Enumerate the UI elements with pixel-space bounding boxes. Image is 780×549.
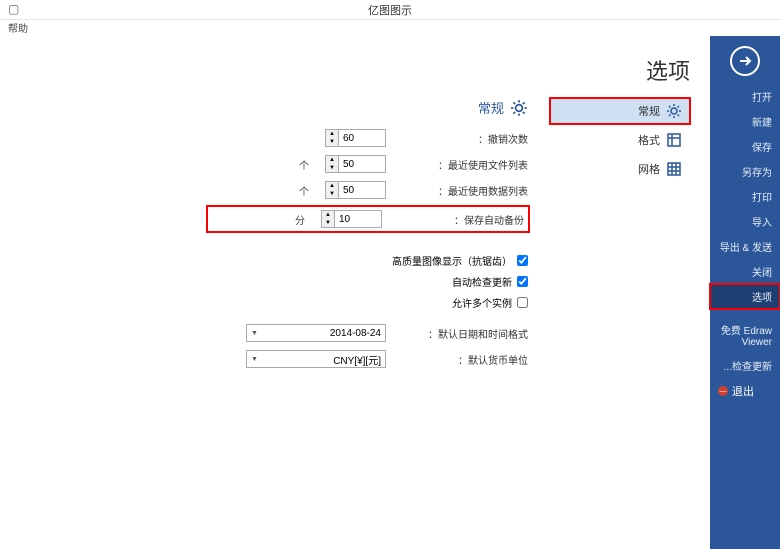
sidebar-item-save[interactable]: 保存 xyxy=(710,134,780,159)
row-currency: 默认货币单位： ▼ CNY[¥][元] xyxy=(32,350,528,368)
currency-label: 默认货币单位： xyxy=(398,352,528,367)
unit-label: 个 xyxy=(299,157,309,172)
undo-spinner[interactable]: ▲▼ xyxy=(325,129,386,147)
recent-label: 最近使用文件列表： xyxy=(398,157,528,172)
sidebar-item-options[interactable]: 选项 xyxy=(710,284,780,309)
row-recent: 最近使用文件列表： ▲▼ 个 xyxy=(32,155,528,173)
section-title: 常规 xyxy=(478,98,504,117)
sidebar-item-exit[interactable]: 退出 — xyxy=(710,378,780,404)
undo-label: 撤销次数： xyxy=(398,131,528,146)
format-icon xyxy=(666,132,682,148)
sidebar-item-print[interactable]: 打印 xyxy=(710,184,780,209)
autosave-label: 保存自动备份： xyxy=(394,212,524,227)
check-multiinstance[interactable]: 允许多个实例 xyxy=(32,295,528,310)
exit-icon: — xyxy=(718,386,728,396)
sidebar-item-new[interactable]: 新建 xyxy=(710,109,780,134)
multiinstance-checkbox[interactable] xyxy=(517,297,528,308)
row-dateformat: 默认日期和时间格式： ▼ 2014-08-24 xyxy=(32,324,528,342)
spin-up-icon[interactable]: ▲ xyxy=(326,130,338,138)
grid-icon xyxy=(666,161,682,177)
sidebar-item-export[interactable]: 导出 & 发送 xyxy=(710,234,780,259)
spin-down-icon[interactable]: ▼ xyxy=(326,138,338,146)
unit-label: 分 xyxy=(295,212,305,227)
recent-input[interactable] xyxy=(338,155,386,173)
antialias-checkbox[interactable] xyxy=(517,255,528,266)
autosave-input[interactable] xyxy=(334,210,382,228)
check-antialias[interactable]: 高质量图像显示（抗锯齿） xyxy=(32,253,528,268)
recent-spinner[interactable]: ▲▼ xyxy=(325,155,386,173)
recdisp-label: 最近使用数据列表： xyxy=(398,183,528,198)
help-bar: 帮助 xyxy=(0,20,780,36)
recdisp-input[interactable] xyxy=(338,181,386,199)
autosave-spinner[interactable]: ▲▼ xyxy=(321,210,382,228)
category-format[interactable]: 格式 xyxy=(550,127,690,153)
check-autoupdate[interactable]: 自动检查更新 xyxy=(32,274,528,289)
window-button-icon[interactable]: ▢ xyxy=(8,2,19,16)
undo-input[interactable] xyxy=(338,129,386,147)
spin-up-icon[interactable]: ▲ xyxy=(326,182,338,190)
options-panel: 常规 撤销次数： ▲▼ 最近使用文件列表： ▲▼ 个 xyxy=(20,98,540,376)
category-label: 网格 xyxy=(638,161,660,177)
date-dropdown[interactable]: ▼ 2014-08-24 xyxy=(246,324,386,342)
currency-dropdown[interactable]: ▼ CNY[¥][元] xyxy=(246,350,386,368)
category-label: 常规 xyxy=(638,103,660,119)
chevron-down-icon: ▼ xyxy=(251,356,258,363)
title-bar: ▢ 亿图图示 xyxy=(0,0,780,20)
recdisp-spinner[interactable]: ▲▼ xyxy=(325,181,386,199)
app-title: 亿图图示 xyxy=(368,2,412,18)
row-recdisp: 最近使用数据列表： ▲▼ 个 xyxy=(32,181,528,199)
spin-up-icon[interactable]: ▲ xyxy=(326,156,338,164)
row-autosave: 保存自动备份： ▲▼ 分 xyxy=(208,207,528,231)
sidebar-item-close[interactable]: 关闭 xyxy=(710,259,780,284)
sidebar-item-viewer[interactable]: 免费 Edraw Viewer xyxy=(710,317,780,353)
spin-down-icon[interactable]: ▼ xyxy=(326,190,338,198)
backstage-sidebar: 打开 新建 保存 另存为 打印 导入 导出 & 发送 关闭 选项 免费 Edra… xyxy=(710,36,780,549)
category-label: 格式 xyxy=(638,132,660,148)
gear-icon xyxy=(666,103,682,119)
spin-down-icon[interactable]: ▼ xyxy=(322,219,334,227)
category-general[interactable]: 常规 xyxy=(550,98,690,124)
main-content: 选项 常规 格式 xyxy=(0,36,710,549)
arrow-right-icon xyxy=(737,53,753,69)
page-title: 选项 xyxy=(20,54,690,86)
back-arrow-button[interactable] xyxy=(730,46,760,76)
multiinstance-label: 允许多个实例 xyxy=(452,295,512,310)
category-grid[interactable]: 网格 xyxy=(550,156,690,182)
date-label: 默认日期和时间格式： xyxy=(398,326,528,341)
sidebar-item-import[interactable]: 导入 xyxy=(710,209,780,234)
spin-up-icon[interactable]: ▲ xyxy=(322,211,334,219)
unit-label: 个 xyxy=(299,183,309,198)
autoupdate-label: 自动检查更新 xyxy=(452,274,512,289)
sidebar-item-update[interactable]: 检查更新... xyxy=(710,353,780,378)
autoupdate-checkbox[interactable] xyxy=(517,276,528,287)
gear-icon xyxy=(510,99,528,117)
spin-down-icon[interactable]: ▼ xyxy=(326,164,338,172)
help-link[interactable]: 帮助 xyxy=(8,24,28,35)
exit-label: 退出 xyxy=(732,383,754,399)
sidebar-item-saveas[interactable]: 另存为 xyxy=(710,159,780,184)
section-header: 常规 xyxy=(32,98,528,117)
antialias-label: 高质量图像显示（抗锯齿） xyxy=(392,253,512,268)
category-list: 常规 格式 网格 xyxy=(550,98,690,376)
sidebar-item-open[interactable]: 打开 xyxy=(710,84,780,109)
currency-value: CNY[¥][元] xyxy=(333,352,381,367)
chevron-down-icon: ▼ xyxy=(251,330,258,337)
row-undo: 撤销次数： ▲▼ xyxy=(32,129,528,147)
date-value: 2014-08-24 xyxy=(330,328,381,339)
